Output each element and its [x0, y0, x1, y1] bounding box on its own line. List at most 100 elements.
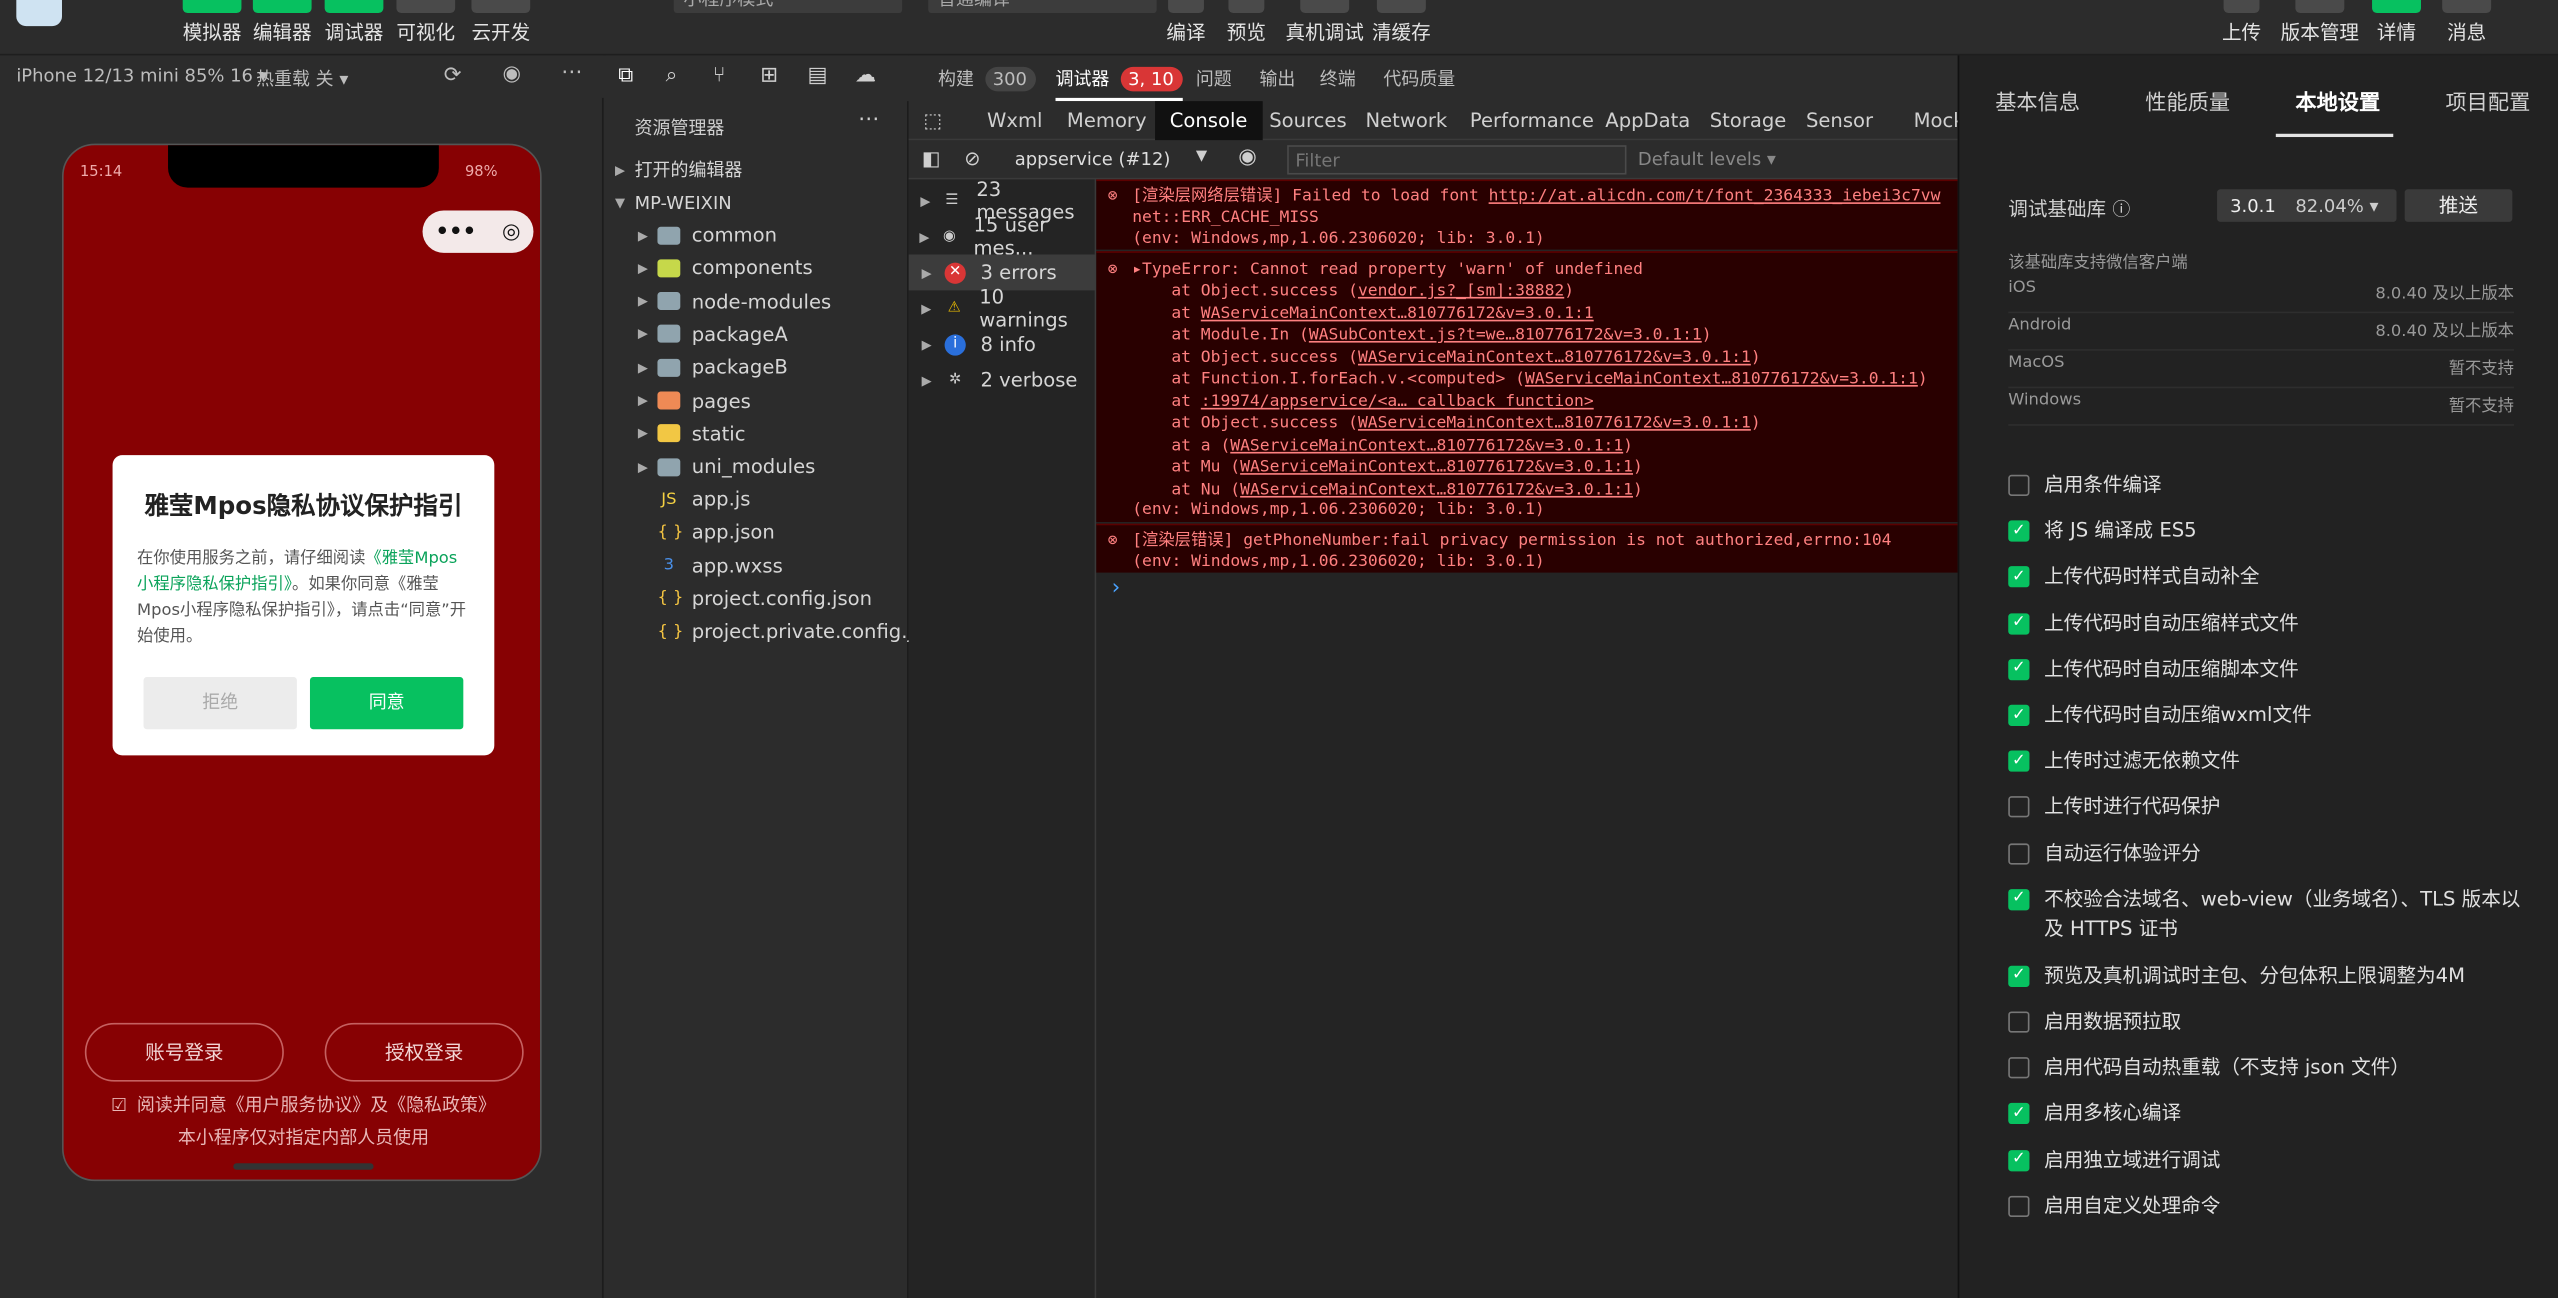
- checkbox-checked-icon[interactable]: ✓: [2008, 704, 2030, 726]
- base-lib-select[interactable]: 3.0.1 82.04% ▾: [2217, 189, 2397, 222]
- messages-button[interactable]: 消息: [2442, 0, 2492, 55]
- help-icon[interactable]: ⓘ: [2112, 199, 2130, 220]
- tab-terminal[interactable]: 终端: [1320, 65, 1356, 91]
- option-row[interactable]: 自动运行体验评分: [2008, 838, 2530, 867]
- menu-capsule[interactable]: ••• ◎: [422, 210, 534, 253]
- rotate-icon[interactable]: ⟳: [444, 64, 462, 88]
- stack-link[interactable]: WAServiceMainContext…810776172&v=3.0.1:1: [1201, 304, 1594, 322]
- agree-terms-row[interactable]: ☑ 阅读并同意《用户服务协议》及《隐私政策》: [64, 1091, 540, 1117]
- sidebar-toggle-icon[interactable]: ◧: [922, 147, 941, 170]
- folder-row[interactable]: ▶ node-modules: [638, 285, 831, 318]
- folder-row[interactable]: ▶ common: [638, 219, 777, 252]
- tab-build[interactable]: 构建 300: [938, 65, 1036, 92]
- context-select[interactable]: appservice (#12): [1015, 148, 1171, 169]
- option-row[interactable]: ✓ 上传代码时样式自动补全: [2008, 562, 2530, 591]
- extensions-icon[interactable]: ⊞: [760, 64, 778, 88]
- stack-link[interactable]: :19974/appservice/<a… callback function>: [1201, 392, 1594, 410]
- project-root-row[interactable]: ▼ MP-WEIXIN: [615, 186, 732, 219]
- simulator-button[interactable]: 模拟器: [179, 0, 244, 55]
- levels-select[interactable]: Default levels ▾: [1638, 148, 1776, 169]
- checkbox-icon[interactable]: [2008, 842, 2030, 864]
- close-target-icon[interactable]: ◎: [502, 219, 521, 243]
- checkbox-checked-icon[interactable]: ✓: [2008, 566, 2030, 588]
- folder-row[interactable]: ▶ packageB: [638, 351, 788, 384]
- option-row[interactable]: 启用数据预拉取: [2008, 1007, 2530, 1036]
- stack-link[interactable]: WAServiceMainContext…810776172&v=3.0.1:1: [1230, 436, 1623, 454]
- stack-link[interactable]: WAServiceMainContext…810776172&v=3.0.1:1: [1358, 414, 1751, 432]
- subtab-console[interactable]: Console: [1155, 101, 1263, 141]
- version-button[interactable]: 版本管理: [2279, 0, 2361, 55]
- subtab-memory[interactable]: Memory: [1067, 101, 1147, 140]
- folder-row[interactable]: ▶ packageA: [638, 318, 788, 351]
- folder-row[interactable]: ▶ static: [638, 417, 746, 450]
- checkbox-checked-icon[interactable]: ✓: [2008, 1103, 2030, 1125]
- folder-row[interactable]: ▶ uni_modules: [638, 450, 815, 483]
- docker-icon[interactable]: ☁: [855, 64, 876, 88]
- tab-code-quality[interactable]: 代码质量: [1383, 65, 1455, 91]
- subtab-storage[interactable]: Storage: [1710, 101, 1787, 140]
- option-row[interactable]: ✓ 启用独立域进行调试: [2008, 1145, 2530, 1174]
- stack-link[interactable]: WAServiceMainContext…810776172&v=3.0.1:1: [1240, 458, 1633, 476]
- stack-link[interactable]: WAServiceMainContext…810776172&v=3.0.1:1: [1358, 348, 1751, 366]
- file-row[interactable]: { } project.private.config.js...: [657, 615, 941, 648]
- checkbox-icon[interactable]: [2008, 474, 2030, 496]
- checkbox-icon[interactable]: ☑: [111, 1095, 127, 1116]
- subtab-sources[interactable]: Sources: [1269, 101, 1346, 140]
- account-login-button[interactable]: 账号登录: [84, 1022, 284, 1082]
- debugger-button[interactable]: 调试器: [321, 0, 386, 55]
- checkbox-checked-icon[interactable]: ✓: [2008, 1149, 2030, 1171]
- console-filter-4[interactable]: ▶ i 8 info: [909, 326, 1097, 362]
- checkbox-icon[interactable]: [2008, 1057, 2030, 1079]
- clear-cache-button[interactable]: 清缓存: [1370, 0, 1432, 55]
- tab-local-settings[interactable]: 本地设置: [2295, 85, 2380, 115]
- auth-login-button[interactable]: 授权登录: [324, 1022, 524, 1082]
- outline-icon[interactable]: ▤: [808, 64, 828, 88]
- device-select[interactable]: iPhone 12/13 mini 85% 16 ▾: [16, 65, 267, 86]
- tab-debugger[interactable]: 调试器 3, 10: [1055, 65, 1182, 102]
- checkbox-checked-icon[interactable]: ✓: [2008, 658, 2030, 680]
- stack-link[interactable]: WAServiceMainContext…810776172&v=3.0.1:1: [1525, 370, 1918, 388]
- option-row[interactable]: ✓ 上传代码时自动压缩脚本文件: [2008, 654, 2530, 683]
- subtab-wxml[interactable]: Wxml: [987, 101, 1042, 140]
- subtab-appdata[interactable]: AppData: [1605, 101, 1690, 140]
- hot-reload-select[interactable]: 热重载 关 ▾: [256, 65, 348, 91]
- error-message-2[interactable]: ⊗ ▸TypeError: Cannot read property 'warn…: [1096, 251, 1958, 523]
- font-url-link[interactable]: http://at.alicdn.com/t/font_2364333_iebe…: [1489, 188, 1941, 206]
- stack-link[interactable]: WAServiceMainContext…810776172&v=3.0.1:1: [1240, 480, 1633, 498]
- subtab-performance[interactable]: Performance: [1470, 101, 1594, 140]
- real-debug-button[interactable]: 真机调试: [1284, 0, 1366, 55]
- checkbox-checked-icon[interactable]: ✓: [2008, 750, 2030, 772]
- cloud-button[interactable]: 云开发: [468, 0, 533, 55]
- option-row[interactable]: ✓ 上传代码时自动压缩wxml文件: [2008, 700, 2530, 729]
- checkbox-icon[interactable]: [2008, 796, 2030, 818]
- file-row[interactable]: 3 app.wxss: [657, 549, 783, 582]
- stop-icon[interactable]: ◉: [502, 62, 521, 86]
- option-row[interactable]: ✓ 预览及真机调试时主包、分包体积上限调整为4M: [2008, 961, 2530, 990]
- subtab-sensor[interactable]: Sensor: [1806, 101, 1873, 140]
- tab-performance[interactable]: 性能质量: [2145, 85, 2230, 115]
- search-icon[interactable]: ⌕: [666, 64, 678, 88]
- folder-row[interactable]: ▶ pages: [638, 384, 751, 417]
- option-row[interactable]: ✓ 不校验合法域名、web-view（业务域名）、TLS 版本以及 HTTPS 证…: [2008, 884, 2530, 943]
- folder-row[interactable]: ▶ components: [638, 252, 813, 285]
- push-button[interactable]: 推送: [2404, 189, 2513, 222]
- checkbox-checked-icon[interactable]: ✓: [2008, 888, 2030, 910]
- option-row[interactable]: 启用自定义处理命令: [2008, 1191, 2530, 1220]
- stack-link[interactable]: vendor.js?_[sm]:38882: [1358, 282, 1564, 300]
- clear-console-icon[interactable]: ⊘: [964, 147, 980, 170]
- agree-button[interactable]: 同意: [309, 677, 464, 730]
- eye-icon[interactable]: ◉: [1238, 145, 1257, 169]
- more-dots-icon[interactable]: •••: [435, 219, 476, 243]
- option-row[interactable]: ✓ 将 JS 编译成 ES5: [2008, 516, 2530, 545]
- visual-button[interactable]: 可视化: [393, 0, 458, 55]
- error-2-title[interactable]: ▸TypeError: Cannot read property 'warn' …: [1132, 259, 1643, 280]
- option-row[interactable]: ✓ 上传时过滤无依赖文件: [2008, 746, 2530, 775]
- console-filter-3[interactable]: ▶ ⚠ 10 warnings: [909, 285, 1097, 331]
- more-icon[interactable]: ⋯: [561, 60, 582, 84]
- option-row[interactable]: 启用条件编译: [2008, 470, 2530, 499]
- tab-project-config[interactable]: 项目配置: [2445, 85, 2530, 115]
- subtab-network[interactable]: Network: [1365, 101, 1447, 140]
- git-icon[interactable]: ⑂: [713, 64, 726, 88]
- checkbox-checked-icon[interactable]: ✓: [2008, 520, 2030, 542]
- console-filter-5[interactable]: ▶ ✲ 2 verbose: [909, 362, 1097, 398]
